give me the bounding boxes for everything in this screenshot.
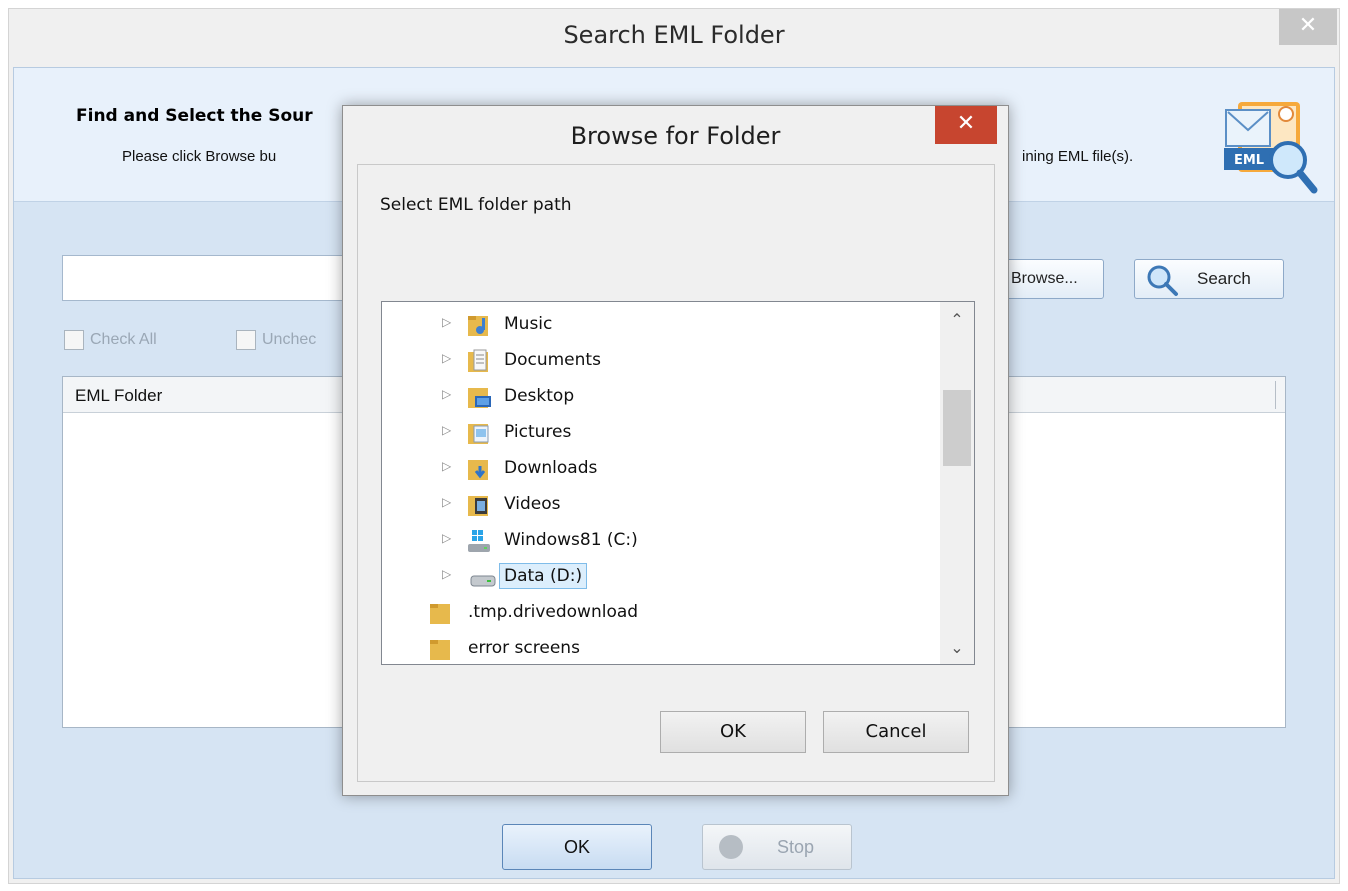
- browse-button[interactable]: Browse...: [1004, 259, 1104, 299]
- tree-item-downloads[interactable]: ▷ Downloads: [442, 452, 862, 484]
- expand-arrow-icon[interactable]: ▷: [442, 423, 454, 441]
- videos-folder-icon: [468, 496, 488, 516]
- tree-item-label: Pictures: [504, 422, 572, 442]
- scrollbar-thumb[interactable]: [943, 390, 971, 466]
- uncheck-all-checkbox[interactable]: Unchec: [236, 330, 316, 350]
- window-title: Search EML Folder: [563, 21, 785, 49]
- tree-item-label: Videos: [504, 494, 561, 514]
- dialog-title: Browse for Folder: [570, 122, 781, 150]
- expand-arrow-icon[interactable]: ▷: [442, 459, 454, 477]
- dialog-ok-button[interactable]: OK: [660, 711, 806, 753]
- tree-item-music[interactable]: ▷ Music: [442, 308, 862, 340]
- music-folder-icon: [468, 316, 488, 336]
- pictures-folder-icon: [468, 424, 489, 444]
- check-all-box[interactable]: [64, 330, 84, 350]
- main-ok-button[interactable]: OK: [502, 824, 652, 870]
- drive-icon: [470, 575, 496, 587]
- instruction-text-left: Please click Browse bu: [122, 148, 277, 165]
- stop-icon: [719, 835, 743, 859]
- expand-arrow-icon[interactable]: ▷: [442, 387, 454, 405]
- tree-item-label: Windows81 (C:): [504, 530, 638, 550]
- dialog-close-button[interactable]: ✕: [935, 106, 997, 144]
- instruction-title: Find and Select the Sour: [76, 106, 313, 126]
- expand-arrow-icon[interactable]: ▷: [442, 567, 454, 585]
- search-button-label: Search: [1197, 269, 1251, 288]
- instruction-text-right: ining EML file(s).: [1022, 148, 1134, 165]
- window-titlebar: Search EML Folder ✕: [9, 9, 1339, 65]
- dialog-description: Select EML folder path: [380, 195, 572, 215]
- windows-drive-icon: [468, 530, 490, 552]
- column-separator[interactable]: [1275, 381, 1276, 409]
- tree-item-desktop[interactable]: ▷ Desktop: [442, 380, 862, 412]
- documents-folder-icon: [468, 349, 488, 372]
- tree-item-label: Desktop: [504, 386, 575, 406]
- check-all-label: Check All: [90, 331, 157, 349]
- folder-tree[interactable]: ▷ Music ▷ Documents ▷ Desktop ▷ Pictures…: [381, 301, 975, 665]
- dialog-cancel-button[interactable]: Cancel: [823, 711, 969, 753]
- expand-arrow-icon[interactable]: ▷: [442, 531, 454, 549]
- tree-item-label: Data (D:): [499, 563, 588, 589]
- tree-item-videos[interactable]: ▷ Videos: [442, 488, 862, 520]
- tree-item-label: Downloads: [504, 458, 598, 478]
- downloads-folder-icon: [468, 460, 488, 480]
- desktop-folder-icon: [468, 388, 491, 408]
- tree-item-label: Music: [504, 314, 553, 334]
- search-icon: [1147, 265, 1178, 296]
- tree-item-data-d[interactable]: ▷ Data (D:): [442, 560, 862, 592]
- expand-arrow-icon[interactable]: ▷: [442, 495, 454, 513]
- column-header-eml-folder[interactable]: EML Folder: [75, 386, 162, 406]
- tree-item-label: Documents: [504, 350, 601, 370]
- search-button[interactable]: Search: [1134, 259, 1284, 299]
- expand-arrow-icon[interactable]: ▷: [442, 351, 454, 369]
- folder-path-input[interactable]: [62, 255, 352, 301]
- dialog-client-area: Select EML folder path ▷ Music ▷ Documen…: [357, 164, 995, 782]
- stop-button[interactable]: Stop: [702, 824, 852, 870]
- uncheck-all-box[interactable]: [236, 330, 256, 350]
- logo-text: EML: [1234, 153, 1264, 168]
- tree-item-label: error screens: [468, 638, 580, 658]
- eml-logo-icon: EML: [1224, 102, 1318, 194]
- browse-for-folder-dialog: Browse for Folder ✕ Select EML folder pa…: [342, 105, 1009, 796]
- expand-arrow-icon[interactable]: ▷: [442, 315, 454, 333]
- folder-icon: [430, 604, 450, 624]
- scroll-down-arrow-icon[interactable]: ⌄: [940, 638, 974, 658]
- stop-button-label: Stop: [777, 837, 815, 857]
- tree-item-pictures[interactable]: ▷ Pictures: [442, 416, 862, 448]
- tree-item-label: .tmp.drivedownload: [468, 602, 639, 622]
- tree-scrollbar[interactable]: ⌃ ⌄: [940, 302, 974, 664]
- tree-item-documents[interactable]: ▷ Documents: [442, 344, 862, 376]
- check-all-checkbox[interactable]: Check All: [64, 330, 157, 350]
- window-close-button[interactable]: ✕: [1279, 9, 1337, 45]
- tree-item-error-screens[interactable]: error screens: [428, 632, 848, 664]
- tree-item-windows81-c[interactable]: ▷ Windows81 (C:): [442, 524, 862, 556]
- tree-item-tmp-drivedownload[interactable]: .tmp.drivedownload: [428, 596, 848, 628]
- folder-icon: [430, 640, 450, 660]
- uncheck-all-label: Unchec: [262, 331, 317, 349]
- scroll-up-arrow-icon[interactable]: ⌃: [940, 310, 974, 330]
